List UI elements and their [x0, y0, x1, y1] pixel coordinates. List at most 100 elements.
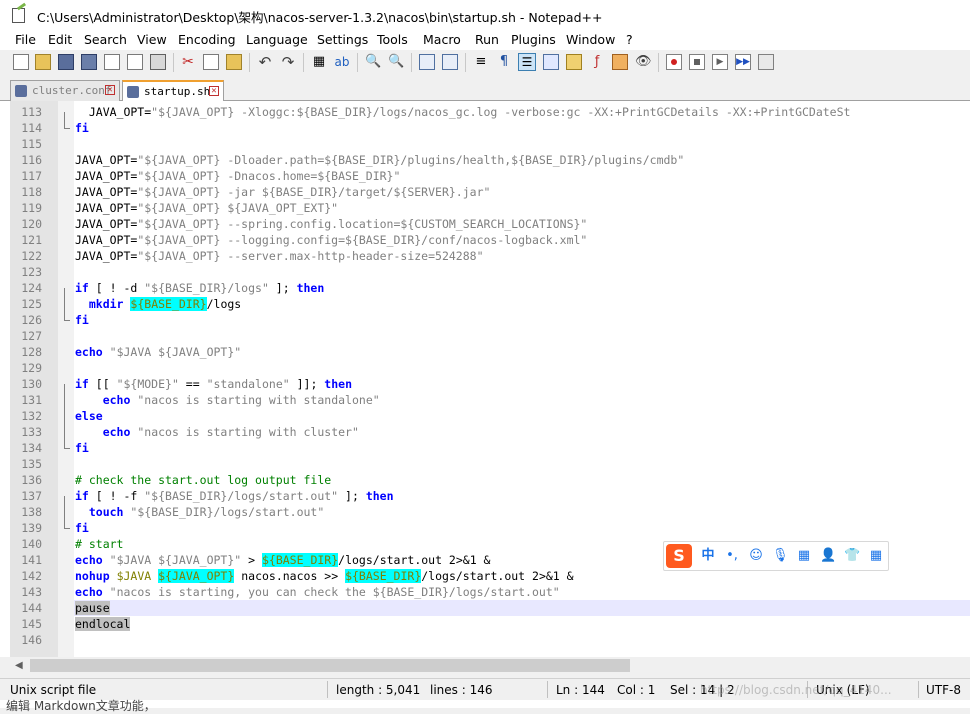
line-code[interactable]: echo "nacos is starting with standalone"	[75, 392, 380, 408]
line-code[interactable]: fi	[75, 120, 89, 136]
editor-line[interactable]: 137 if [ ! -f "${BASE_DIR}/logs/start.out…	[0, 488, 970, 504]
line-code[interactable]: else	[75, 408, 103, 424]
editor-line[interactable]: 131 echo "nacos is starting with standal…	[0, 392, 970, 408]
line-code[interactable]: touch "${BASE_DIR}/logs/start.out"	[75, 504, 324, 520]
menu-tools[interactable]: Tools	[377, 32, 408, 47]
stop-recording-icon[interactable]	[689, 54, 705, 70]
line-code[interactable]: echo "nacos is starting with cluster"	[75, 424, 359, 440]
new-file-icon[interactable]	[13, 54, 29, 70]
document-map-icon[interactable]	[566, 54, 582, 70]
editor-line[interactable]: 119 JAVA_OPT="${JAVA_OPT} ${JAVA_OPT_EXT}…	[0, 200, 970, 216]
replace-icon[interactable]: ab	[334, 54, 350, 70]
open-file-icon[interactable]	[35, 54, 51, 70]
line-code[interactable]: fi	[75, 440, 89, 456]
ime-toolbar[interactable]: S 中 •, ☺ 🎙 ▦ 👤 👕 ▦	[663, 541, 889, 571]
horizontal-scrollbar[interactable]: ◀	[10, 657, 970, 674]
playback-macro-icon[interactable]: ▶	[712, 54, 728, 70]
user-icon[interactable]: 👤	[820, 548, 836, 564]
close-icon[interactable]: ✕	[209, 86, 219, 96]
menu-window[interactable]: Window	[566, 32, 615, 47]
emoji-icon[interactable]: ☺	[748, 548, 764, 564]
close-file-icon[interactable]	[104, 54, 120, 70]
print-icon[interactable]	[150, 54, 166, 70]
save-icon[interactable]	[58, 54, 74, 70]
editor-line[interactable]: 122 JAVA_OPT="${JAVA_OPT} --server.max-ht…	[0, 248, 970, 264]
line-code[interactable]: fi	[75, 520, 89, 536]
line-code[interactable]: mkdir ${BASE_DIR}/logs	[75, 296, 241, 312]
menu-search[interactable]: Search	[84, 32, 127, 47]
skin-icon[interactable]: 👕	[844, 548, 860, 564]
editor-line[interactable]: 134 fi	[0, 440, 970, 456]
zoom-out-icon[interactable]: 🔍	[388, 54, 404, 70]
line-code[interactable]: if [[ "${MODE}" == "standalone" ]]; then	[75, 376, 352, 392]
editor-line[interactable]: 136 # check the start.out log output file	[0, 472, 970, 488]
editor-line[interactable]: 123	[0, 264, 970, 280]
folder-as-workspace-icon[interactable]	[612, 54, 628, 70]
editor-line[interactable]: 127	[0, 328, 970, 344]
scrollbar-thumb[interactable]	[30, 659, 630, 672]
editor-line[interactable]: 115	[0, 136, 970, 152]
function-list-icon[interactable]: ƒ	[589, 54, 605, 70]
menu-plugins[interactable]: Plugins	[511, 32, 556, 47]
line-code[interactable]: if [ ! -d "${BASE_DIR}/logs" ]; then	[75, 280, 324, 296]
editor-line[interactable]: 143 echo "nacos is starting, you can chec…	[0, 584, 970, 600]
editor-line[interactable]: 133 echo "nacos is starting with cluster…	[0, 424, 970, 440]
editor-line[interactable]: 139 fi	[0, 520, 970, 536]
editor-line[interactable]: 129	[0, 360, 970, 376]
line-code[interactable]: JAVA_OPT="${JAVA_OPT} -Xloggc:${BASE_DIR…	[75, 104, 851, 120]
close-icon[interactable]: ✕	[105, 85, 115, 95]
editor-line[interactable]: 135	[0, 456, 970, 472]
editor-line[interactable]: 146	[0, 632, 970, 648]
line-code[interactable]: JAVA_OPT="${JAVA_OPT} --logging.config=$…	[75, 232, 587, 248]
keyboard-icon[interactable]: ▦	[796, 548, 812, 564]
editor-line[interactable]: 117 JAVA_OPT="${JAVA_OPT} -Dnacos.home=${…	[0, 168, 970, 184]
menu-view[interactable]: View	[137, 32, 167, 47]
sync-horizontal-icon[interactable]	[442, 54, 458, 70]
menu-settings[interactable]: Settings	[317, 32, 368, 47]
menu-language[interactable]: Language	[246, 32, 308, 47]
sogou-logo-icon[interactable]: S	[666, 544, 692, 568]
line-code[interactable]: JAVA_OPT="${JAVA_OPT} -Dloader.path=${BA…	[75, 152, 684, 168]
save-macro-icon[interactable]	[758, 54, 774, 70]
menu-run[interactable]: Run	[475, 32, 499, 47]
menu-file[interactable]: File	[15, 32, 36, 47]
line-code[interactable]: JAVA_OPT="${JAVA_OPT} ${JAVA_OPT_EXT}"	[75, 200, 338, 216]
line-code[interactable]: echo "$JAVA ${JAVA_OPT}"	[75, 344, 241, 360]
editor-line[interactable]: 145 endlocal	[0, 616, 970, 632]
editor-line[interactable]: 121 JAVA_OPT="${JAVA_OPT} --logging.confi…	[0, 232, 970, 248]
tab-cluster-conf[interactable]: cluster.conf ✕	[10, 80, 120, 101]
record-macro-icon[interactable]	[666, 54, 682, 70]
monitoring-icon[interactable]: 👁	[635, 54, 652, 70]
line-code[interactable]: echo "nacos is starting, you can check t…	[75, 584, 560, 600]
editor-line[interactable]: 144 pause	[0, 600, 970, 616]
line-code[interactable]: nohup $JAVA ${JAVA_OPT} nacos.nacos >> $…	[75, 568, 574, 584]
line-code[interactable]: pause	[75, 600, 110, 616]
word-wrap-icon[interactable]: ≡	[473, 54, 489, 70]
editor-line[interactable]: 130 if [[ "${MODE}" == "standalone" ]]; t…	[0, 376, 970, 392]
copy-icon[interactable]	[203, 54, 219, 70]
paste-icon[interactable]	[226, 54, 242, 70]
editor[interactable]: 113 JAVA_OPT="${JAVA_OPT} -Xloggc:${BASE…	[0, 101, 970, 657]
line-code[interactable]: if [ ! -f "${BASE_DIR}/logs/start.out" ]…	[75, 488, 394, 504]
editor-line[interactable]: 113 JAVA_OPT="${JAVA_OPT} -Xloggc:${BASE…	[0, 104, 970, 120]
menu-encoding[interactable]: Encoding	[178, 32, 236, 47]
close-all-icon[interactable]	[127, 54, 143, 70]
toolbox-icon[interactable]: ▦	[868, 548, 884, 564]
editor-line[interactable]: 124 if [ ! -d "${BASE_DIR}/logs" ]; then	[0, 280, 970, 296]
notepadpp-app-icon[interactable]	[12, 8, 25, 23]
scroll-left-icon[interactable]: ◀	[15, 660, 23, 671]
editor-line[interactable]: 120 JAVA_OPT="${JAVA_OPT} --spring.config…	[0, 216, 970, 232]
run-macro-multiple-icon[interactable]: ▶▶	[735, 54, 751, 70]
menu-edit[interactable]: Edit	[48, 32, 72, 47]
editor-line[interactable]: 114 fi	[0, 120, 970, 136]
cut-icon[interactable]: ✂	[180, 54, 196, 70]
line-code[interactable]: echo "$JAVA ${JAVA_OPT}" > ${BASE_DIR}/l…	[75, 552, 490, 568]
sync-vertical-icon[interactable]	[419, 54, 435, 70]
show-all-characters-icon[interactable]: ¶	[496, 54, 512, 70]
editor-line[interactable]: 138 touch "${BASE_DIR}/logs/start.out"	[0, 504, 970, 520]
chinese-mode-icon[interactable]: 中	[700, 548, 716, 564]
zoom-in-icon[interactable]: 🔍	[365, 54, 381, 70]
editor-line[interactable]: 128 echo "$JAVA ${JAVA_OPT}"	[0, 344, 970, 360]
line-code[interactable]: endlocal	[75, 616, 131, 632]
status-encoding[interactable]: UTF-8	[926, 683, 961, 697]
